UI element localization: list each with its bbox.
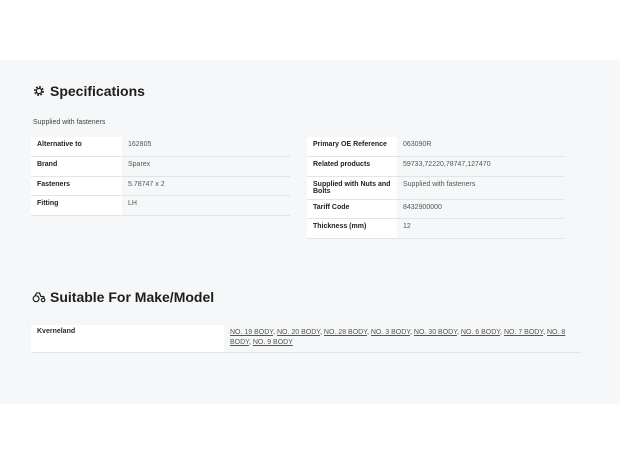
table-row: Related products 59733,72220,78747,12747… [307, 156, 564, 177]
spec-value: 162805 [122, 137, 290, 157]
table-row: Alternative to 162805 [31, 137, 290, 157]
model-link[interactable]: NO. 7 BODY [504, 329, 543, 336]
model-link[interactable]: NO. 28 BODY [324, 329, 367, 336]
specifications-heading: Specifications [32, 83, 145, 99]
model-link[interactable]: NO. 9 BODY [253, 339, 293, 346]
table-row: Brand Sparex [31, 156, 290, 177]
spec-label: Primary OE Reference [307, 137, 397, 157]
spec-label: Fitting [31, 195, 122, 216]
table-row: Supplied with Nuts and Bolts Supplied wi… [307, 176, 564, 200]
spec-label: Brand [31, 156, 122, 177]
model-link[interactable]: NO. 19 BODY [230, 329, 273, 336]
spec-value: 063090R [397, 137, 564, 157]
make-model-table: Kverneland NO. 19 BODY, NO. 20 BODY, NO.… [31, 325, 581, 353]
model-list: NO. 19 BODY, NO. 20 BODY, NO. 28 BODY, N… [224, 325, 581, 353]
suitable-heading: Suitable For Make/Model [32, 289, 214, 305]
table-row: Tariff Code 8432900000 [307, 199, 564, 219]
specifications-table-right: Primary OE Reference 063090R Related pro… [307, 137, 564, 239]
spec-value: LH [122, 195, 290, 216]
model-link[interactable]: NO. 6 BODY [461, 329, 500, 336]
table-row: Fasteners 5.78747 x 2 [31, 176, 290, 196]
spec-label: Thickness (mm) [307, 218, 397, 239]
spec-value: 8432900000 [397, 199, 564, 219]
tractor-icon [32, 290, 46, 304]
specifications-intro: Supplied with fasteners [33, 119, 106, 126]
spec-label: Fasteners [31, 176, 122, 196]
table-row: Thickness (mm) 12 [307, 218, 564, 239]
suitable-title: Suitable For Make/Model [50, 289, 215, 305]
specifications-title: Specifications [50, 83, 145, 99]
table-row: Kverneland NO. 19 BODY, NO. 20 BODY, NO.… [31, 325, 581, 353]
spec-value: 59733,72220,78747,127470 [397, 156, 564, 177]
spec-value: Supplied with fasteners [397, 176, 564, 200]
table-row: Fitting LH [31, 195, 290, 216]
spec-value: Sparex [122, 156, 290, 177]
spec-label: Alternative to [31, 137, 122, 157]
model-link[interactable]: NO. 30 BODY [414, 329, 457, 336]
make-name: Kverneland [31, 325, 224, 353]
model-link[interactable]: NO. 20 BODY [277, 329, 320, 336]
spec-label: Tariff Code [307, 199, 397, 219]
model-link[interactable]: NO. 3 BODY [371, 329, 410, 336]
spec-label: Related products [307, 156, 397, 177]
specifications-table-left: Alternative to 162805 Brand Sparex Faste… [31, 137, 290, 216]
spec-value: 12 [397, 218, 564, 239]
spec-label: Supplied with Nuts and Bolts [307, 176, 397, 200]
spec-value: 5.78747 x 2 [122, 176, 290, 196]
gear-icon [32, 84, 46, 98]
table-row: Primary OE Reference 063090R [307, 137, 564, 157]
